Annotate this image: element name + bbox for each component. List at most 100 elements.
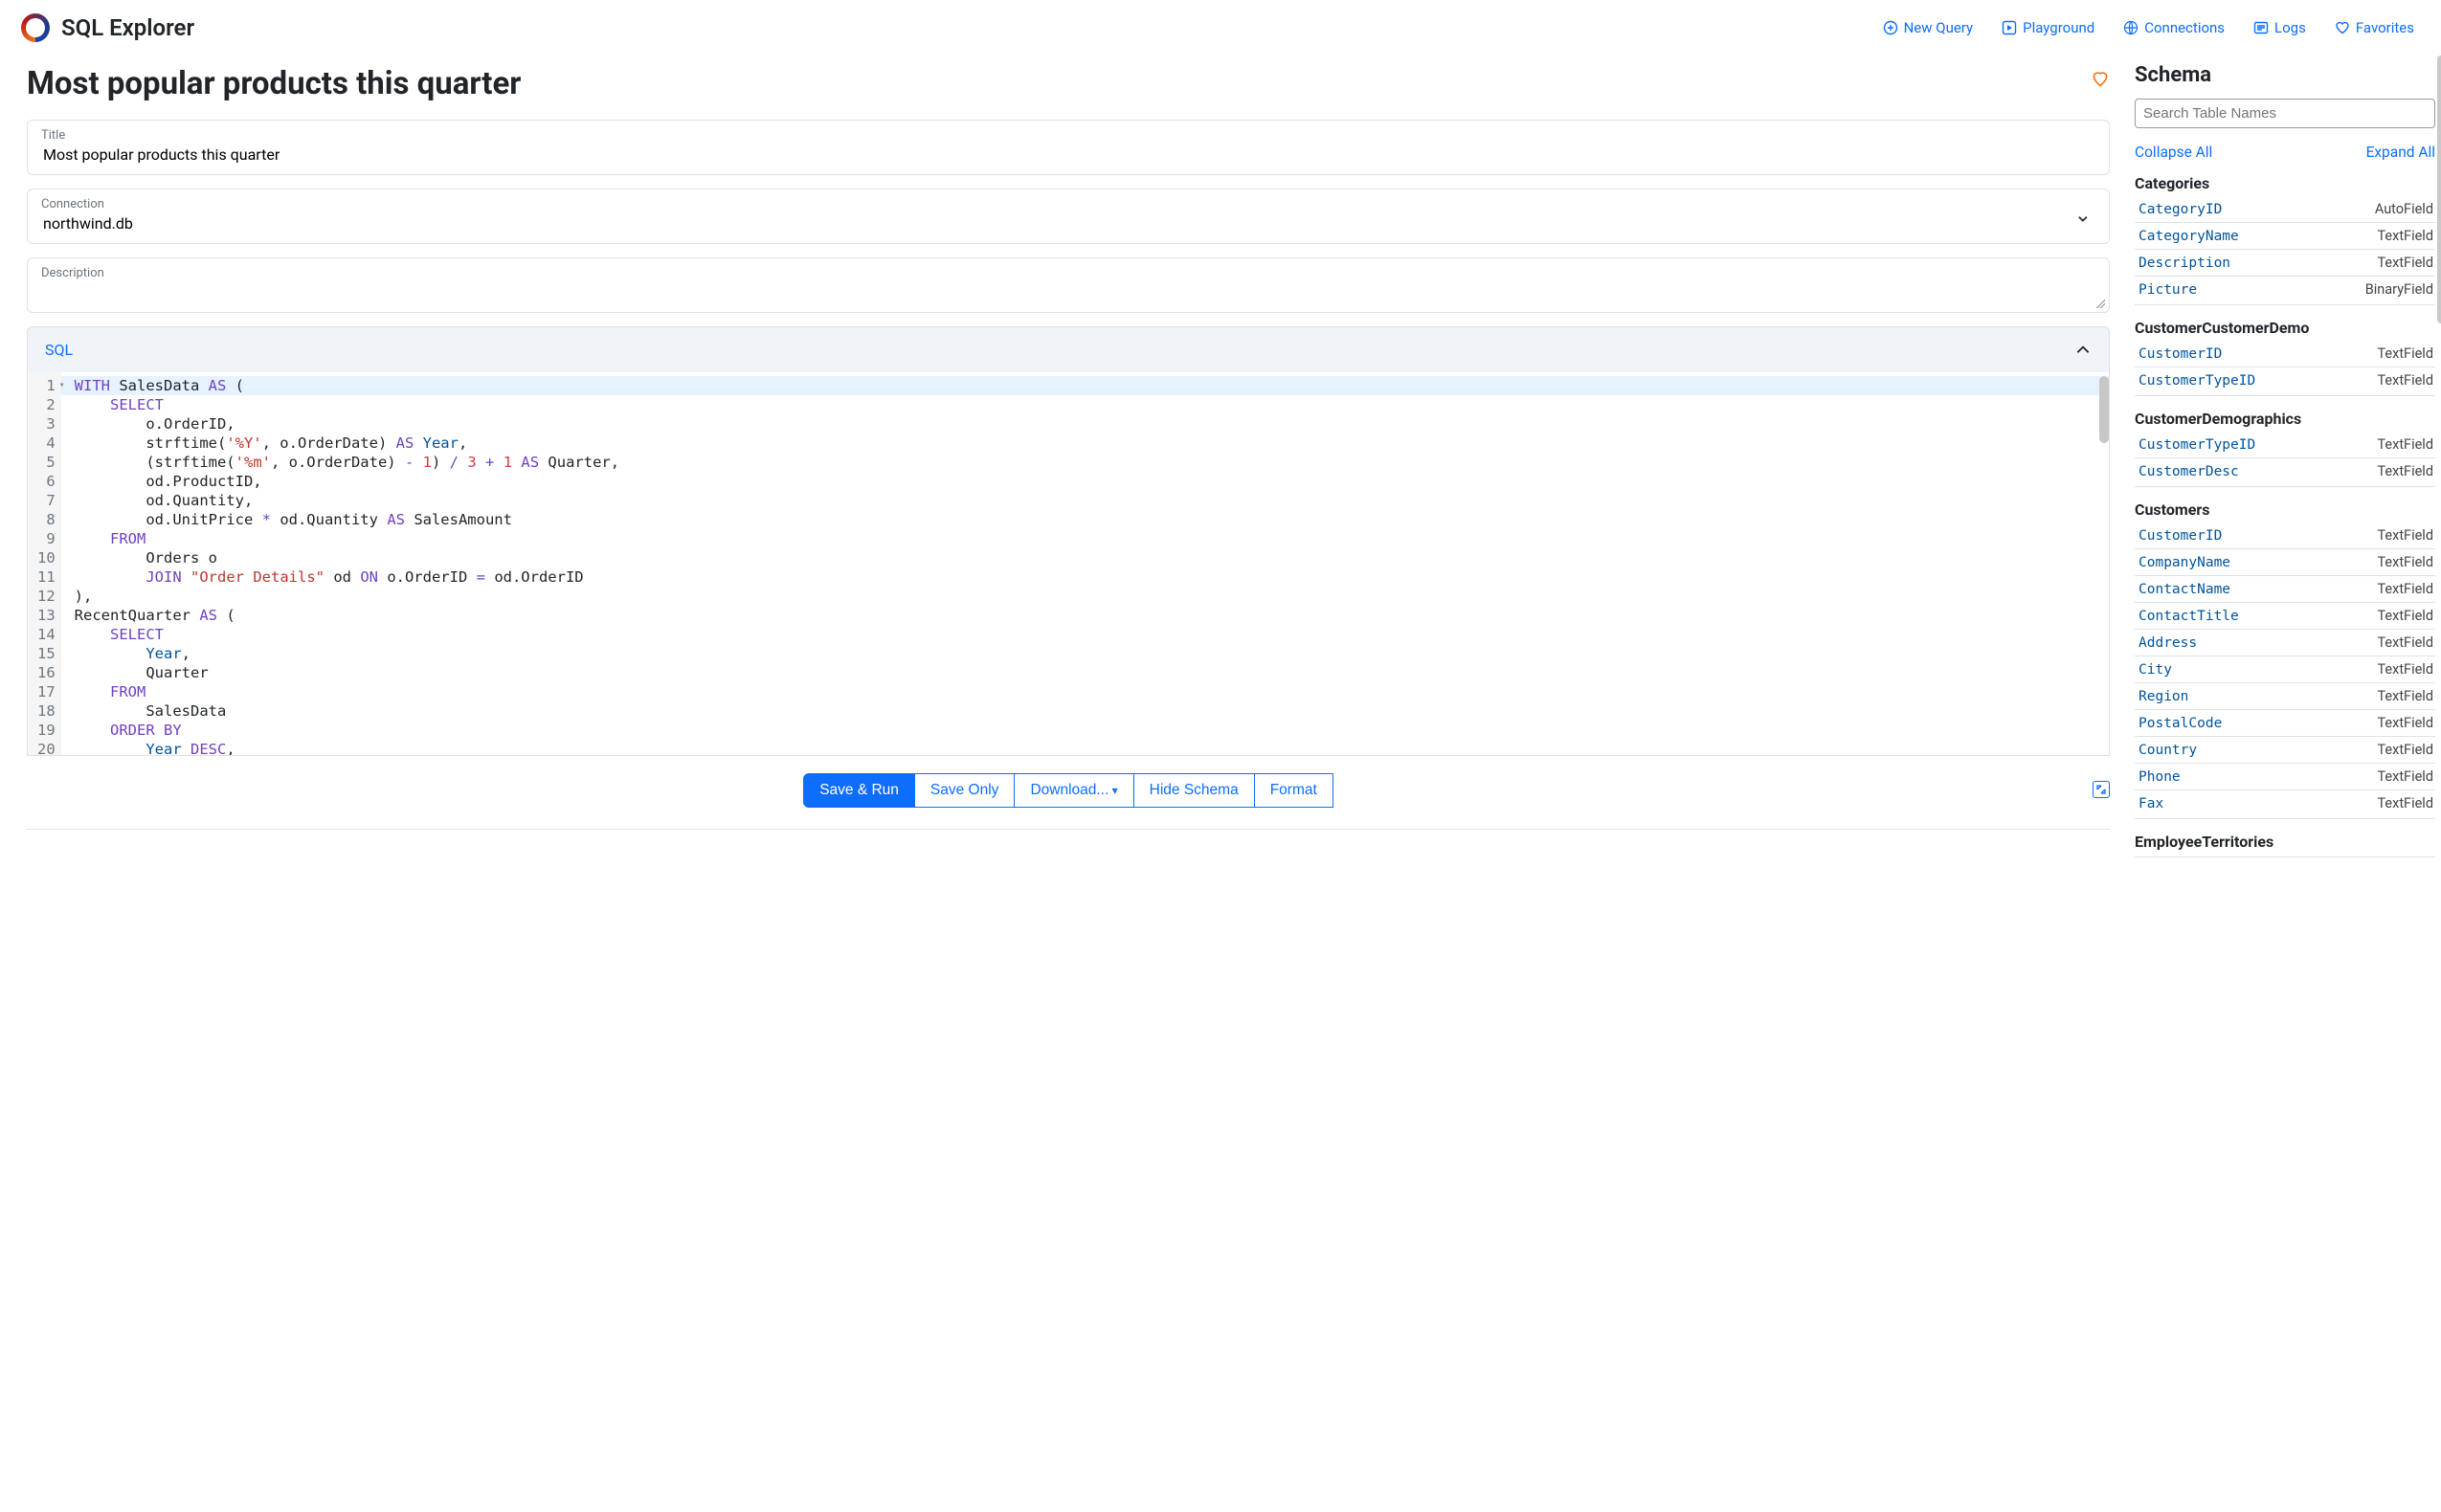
schema-column: ContactTitle TextField <box>2135 603 2435 630</box>
schema-column-name[interactable]: ContactTitle <box>2139 609 2239 624</box>
schema-column-name[interactable]: CustomerTypeID <box>2139 437 2255 453</box>
schema-column-name[interactable]: CustomerID <box>2139 346 2222 362</box>
schema-column: Phone TextField <box>2135 764 2435 790</box>
schema-table-customerdemographics[interactable]: CustomerDemographics <box>2135 410 2435 428</box>
schema-column: CompanyNameTextField <box>2135 549 2435 576</box>
schema-table-list: Categories CategoryID AutoField CategoryNam… <box>2135 174 2435 857</box>
navbar: SQL Explorer New Query Playground Connec… <box>0 0 2441 56</box>
nav-connections[interactable]: Connections <box>2123 19 2225 36</box>
sql-section-header[interactable]: SQL <box>27 326 2110 372</box>
save-only-button[interactable]: Save Only <box>915 773 1016 808</box>
title-field-group[interactable]: Title <box>27 120 2110 175</box>
schema-column-name[interactable]: Picture <box>2139 282 2197 298</box>
connection-select[interactable] <box>41 213 2095 233</box>
schema-column-type: TextField <box>2377 742 2433 758</box>
schema-table-categories[interactable]: Categories <box>2135 174 2435 192</box>
fullscreen-icon[interactable] <box>2093 781 2110 798</box>
schema-table-customers[interactable]: Customers <box>2135 500 2435 519</box>
schema-column-type: TextField <box>2377 795 2433 812</box>
logo-icon <box>21 13 50 42</box>
schema-column-type: TextField <box>2377 372 2433 389</box>
brand-text: SQL Explorer <box>61 14 194 41</box>
connection-field-group[interactable]: Connection <box>27 189 2110 244</box>
schema-column-name[interactable]: CustomerID <box>2139 528 2222 544</box>
schema-column-type: TextField <box>2377 581 2433 597</box>
sql-editor-wrap: 12345678910111213141516171819202122 WITH… <box>27 372 2110 756</box>
schema-column-name[interactable]: PostalCode <box>2139 716 2222 731</box>
schema-column-name[interactable]: CategoryName <box>2139 229 2239 244</box>
schema-column-name[interactable]: Region <box>2139 689 2188 704</box>
schema-column: City TextField <box>2135 656 2435 683</box>
schema-column-type: TextField <box>2377 661 2433 678</box>
nav-logs[interactable]: Logs <box>2253 19 2306 36</box>
schema-search-input[interactable] <box>2135 99 2435 128</box>
schema-column-type: TextField <box>2377 608 2433 624</box>
schema-column: Picture BinaryField <box>2135 277 2435 302</box>
schema-column-name[interactable]: ContactName <box>2139 582 2230 597</box>
schema-column-type: BinaryField <box>2365 281 2433 298</box>
favorite-toggle[interactable] <box>2091 69 2110 92</box>
schema-column-name[interactable]: City <box>2139 662 2172 678</box>
editor-scrollbar[interactable] <box>2099 376 2109 443</box>
schema-column-name[interactable]: Address <box>2139 635 2197 651</box>
list-icon <box>2253 20 2269 35</box>
title-label: Title <box>41 128 2095 143</box>
play-square-icon <box>2002 20 2017 35</box>
nav-playground[interactable]: Playground <box>2002 19 2094 36</box>
schema-column-name[interactable]: Description <box>2139 256 2230 271</box>
nav-favorites-label: Favorites <box>2356 19 2414 36</box>
heart-outline-icon <box>2091 69 2110 88</box>
collapse-all-link[interactable]: Collapse All <box>2135 144 2212 161</box>
schema-table-employeeterritories[interactable]: EmployeeTerritories <box>2135 833 2435 851</box>
schema-column-name[interactable]: Fax <box>2139 796 2163 812</box>
schema-column-name[interactable]: CustomerDesc <box>2139 464 2239 479</box>
nav-favorites[interactable]: Favorites <box>2335 19 2414 36</box>
schema-column-type: TextField <box>2377 255 2433 271</box>
schema-column-name[interactable]: CategoryID <box>2139 202 2222 217</box>
nav-connections-label: Connections <box>2144 19 2225 36</box>
download-button[interactable]: Download... <box>1015 773 1133 808</box>
action-button-row: Save & Run Save Only Download... Hide Sc… <box>27 773 2110 808</box>
nav-new-query[interactable]: New Query <box>1883 19 1974 36</box>
schema-column-name[interactable]: CompanyName <box>2139 555 2230 570</box>
expand-all-link[interactable]: Expand All <box>2366 144 2435 161</box>
schema-column: CustomerIDTextField <box>2135 341 2435 367</box>
editor-code[interactable]: WITH SalesData AS ( SELECT o.OrderID, st… <box>61 372 2109 755</box>
schema-column-type: TextField <box>2377 768 2433 785</box>
schema-column-type: AutoField <box>2375 201 2433 217</box>
schema-column: CustomerID TextField <box>2135 523 2435 549</box>
schema-column: PostalCode TextField <box>2135 710 2435 737</box>
schema-column: Description TextField <box>2135 250 2435 277</box>
title-input[interactable] <box>41 145 2095 165</box>
description-field-group[interactable]: Description <box>27 257 2110 313</box>
schema-column-type: TextField <box>2377 715 2433 731</box>
heart-icon <box>2335 20 2350 35</box>
schema-column: Fax TextField <box>2135 790 2435 816</box>
schema-column-name[interactable]: Phone <box>2139 769 2181 785</box>
hide-schema-button[interactable]: Hide Schema <box>1134 773 1255 808</box>
connection-label: Connection <box>41 197 2095 211</box>
schema-column-name[interactable]: Country <box>2139 743 2197 758</box>
sql-editor[interactable]: 12345678910111213141516171819202122 WITH… <box>28 372 2109 755</box>
schema-column-type: TextField <box>2377 228 2433 244</box>
results-divider <box>27 829 2110 836</box>
schema-heading: Schema <box>2135 63 2435 87</box>
schema-column-name[interactable]: CustomerTypeID <box>2139 373 2255 389</box>
globe-icon <box>2123 20 2139 35</box>
schema-column: RegionTextField <box>2135 683 2435 710</box>
schema-column: ContactName TextField <box>2135 576 2435 603</box>
schema-sidebar: Schema Collapse All Expand All Categorie… <box>2135 56 2441 863</box>
format-button[interactable]: Format <box>1255 773 1333 808</box>
sql-section-label: SQL <box>45 341 73 359</box>
schema-column: CategoryID AutoField <box>2135 196 2435 223</box>
schema-column: CustomerTypeID TextField <box>2135 367 2435 393</box>
description-input[interactable] <box>41 282 2095 302</box>
schema-column-type: TextField <box>2377 436 2433 453</box>
schema-table-customercustomerdemo[interactable]: CustomerCustomerDemo <box>2135 319 2435 337</box>
chevron-up-icon <box>2074 342 2092 359</box>
schema-column: AddressTextField <box>2135 630 2435 656</box>
schema-column-type: TextField <box>2377 527 2433 544</box>
plus-circle-icon <box>1883 20 1898 35</box>
brand[interactable]: SQL Explorer <box>21 13 194 42</box>
save-run-button[interactable]: Save & Run <box>803 773 915 808</box>
